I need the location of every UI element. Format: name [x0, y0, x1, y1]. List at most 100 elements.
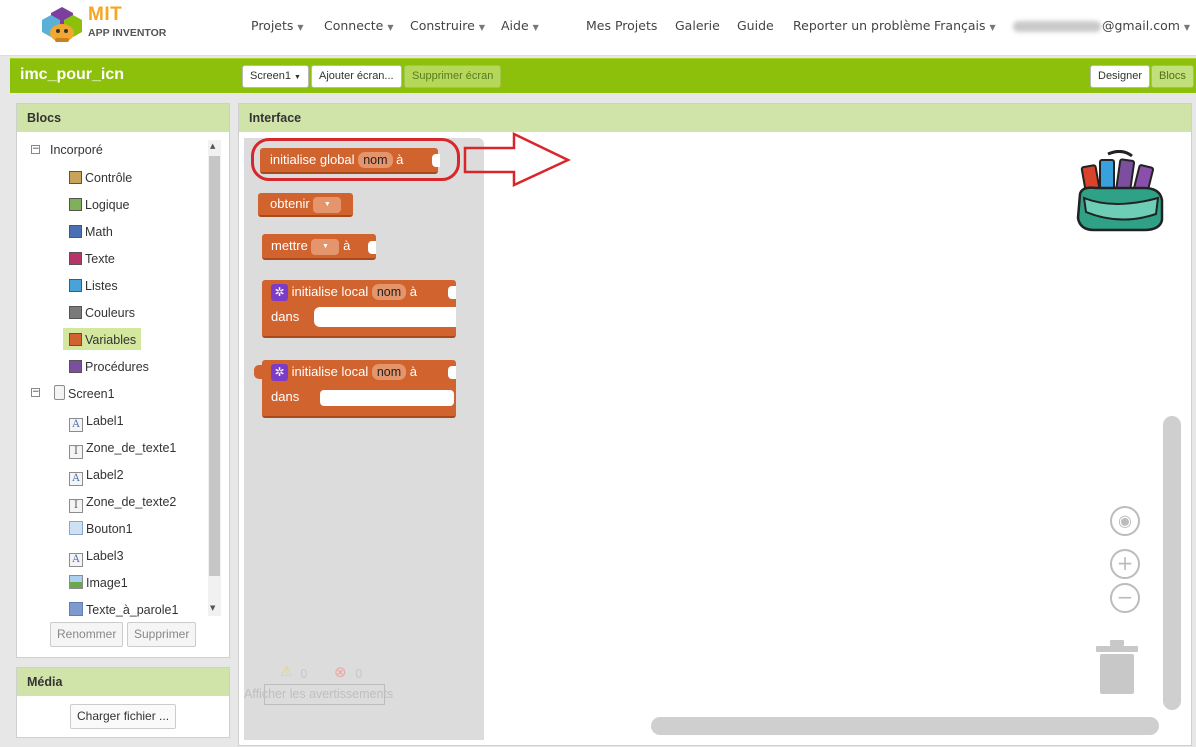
trash-icon[interactable]	[1094, 638, 1140, 696]
block-text: à	[343, 238, 351, 253]
workspace-vertical-scrollbar[interactable]	[1163, 416, 1181, 710]
block-text: mettre	[271, 238, 308, 253]
upload-file-button[interactable]: Charger fichier ...	[70, 704, 177, 729]
tree-scrollbar-thumb[interactable]	[209, 156, 220, 576]
menu-label: Connecte	[324, 18, 384, 33]
caret-down-icon: ▼	[387, 23, 394, 32]
component-image1[interactable]: Image1	[69, 573, 128, 593]
collapse-icon[interactable]: −	[31, 145, 40, 154]
category-variables[interactable]: Variables	[69, 330, 136, 350]
link-mes-projets[interactable]: Mes Projets	[586, 18, 657, 33]
menu-label: Aide	[501, 18, 529, 33]
category-label: Listes	[85, 279, 118, 293]
screen-icon	[54, 385, 65, 400]
textbox-icon: I	[69, 499, 83, 513]
gear-icon[interactable]: ✲	[271, 284, 288, 302]
project-toolbar: imc_pour_icn Screen1 ▼ Ajouter écran... …	[10, 58, 1196, 93]
category-math[interactable]: Math	[69, 222, 113, 242]
screen-select-button[interactable]: Screen1 ▼	[242, 65, 309, 88]
account-email: @gmail.com	[1102, 18, 1180, 33]
add-screen-button[interactable]: Ajouter écran...	[311, 65, 402, 88]
link-galerie[interactable]: Galerie	[675, 18, 720, 33]
menu-account[interactable]: @gmail.com ▼	[1013, 18, 1190, 33]
show-warnings-button[interactable]: Afficher les avertissements	[244, 687, 393, 701]
component-label: Label2	[86, 468, 124, 482]
scroll-up-icon[interactable]: ▲	[210, 142, 215, 150]
screen-label: Screen1	[68, 387, 115, 401]
link-guide[interactable]: Guide	[737, 18, 774, 33]
label-icon: A	[69, 418, 83, 432]
media-panel-title: Média	[17, 668, 229, 696]
remove-screen-button[interactable]: Supprimer écran	[404, 65, 502, 88]
category-procedures[interactable]: Procédures	[69, 357, 149, 377]
redacted-email	[1013, 21, 1101, 32]
category-texte[interactable]: Texte	[69, 249, 115, 269]
menu-projets[interactable]: Projets ▼	[251, 18, 304, 33]
delete-button[interactable]: Supprimer	[127, 622, 197, 647]
scroll-down-icon[interactable]: ▼	[210, 604, 215, 612]
menu-connecte[interactable]: Connecte ▼	[324, 18, 394, 33]
block-get[interactable]: obtenir ▼	[258, 193, 353, 217]
zoom-in-icon[interactable]: +	[1110, 549, 1140, 579]
tree-screen1[interactable]: Screen1	[54, 384, 115, 404]
textbox-icon: I	[69, 445, 83, 459]
backpack-icon[interactable]	[1074, 150, 1168, 234]
component-label: Label3	[86, 549, 124, 563]
category-label: Procédures	[85, 360, 149, 374]
block-input-notch	[448, 366, 456, 379]
dropdown-icon[interactable]: ▼	[311, 238, 340, 255]
menu-construire[interactable]: Construire ▼	[410, 18, 485, 33]
blocks-button[interactable]: Blocs	[1151, 65, 1194, 88]
component-bouton1[interactable]: Bouton1	[69, 519, 133, 539]
logo-icon	[42, 7, 82, 42]
collapse-icon[interactable]: −	[31, 388, 40, 397]
block-value-socket	[320, 390, 454, 406]
category-listes[interactable]: Listes	[69, 276, 118, 296]
texte-swatch-icon	[69, 252, 82, 265]
category-label: Logique	[85, 198, 130, 212]
media-panel: Média Charger fichier ...	[16, 667, 230, 738]
rename-button[interactable]: Renommer	[50, 622, 124, 647]
component-label: Bouton1	[86, 522, 133, 536]
block-set[interactable]: mettre ▼ à	[262, 234, 376, 260]
math-swatch-icon	[69, 225, 82, 238]
category-controle[interactable]: Contrôle	[69, 168, 132, 188]
menu-language[interactable]: Français ▼	[934, 18, 996, 33]
menu-aide[interactable]: Aide ▼	[501, 18, 539, 33]
component-zone-de-texte2[interactable]: I Zone_de_texte2	[69, 492, 176, 513]
blocks-panel: Blocs − Incorporé Contrôle Logique Math …	[16, 103, 230, 658]
caret-down-icon: ▼	[989, 23, 996, 32]
caret-down-icon: ▼	[1183, 23, 1191, 32]
dropdown-icon[interactable]: ▼	[313, 196, 342, 213]
workspace-title: Interface	[239, 104, 1191, 132]
workspace-horizontal-scrollbar[interactable]	[651, 717, 1159, 735]
block-name-field[interactable]: nom	[371, 284, 407, 300]
category-couleurs[interactable]: Couleurs	[69, 303, 135, 323]
block-input-notch	[448, 286, 456, 299]
block-text: obtenir	[270, 196, 310, 211]
block-text: initialise local	[291, 284, 369, 299]
warning-icon: ⚠	[280, 664, 293, 680]
component-label2[interactable]: A Label2	[69, 465, 124, 486]
zoom-out-icon[interactable]: −	[1110, 583, 1140, 613]
caret-down-icon: ▼	[532, 23, 539, 32]
tree-builtin[interactable]: Incorporé	[50, 140, 103, 160]
block-initialize-local-expr[interactable]: ✲ initialise local nom à dans	[262, 360, 456, 418]
link-report-problem[interactable]: Reporter un problème	[793, 18, 930, 33]
designer-button[interactable]: Designer	[1090, 65, 1151, 88]
red-arrow-icon	[463, 132, 571, 187]
gear-icon[interactable]: ✲	[271, 364, 288, 382]
app-inventor-logo[interactable]: MIT APP INVENTOR	[40, 4, 170, 49]
recenter-icon[interactable]: ◉	[1110, 506, 1140, 536]
component-label: Texte_à_parole1	[86, 603, 179, 617]
block-name-field[interactable]: nom	[371, 364, 407, 380]
component-label3[interactable]: A Label3	[69, 546, 124, 567]
category-logique[interactable]: Logique	[69, 195, 130, 215]
screen-select-label: Screen1	[250, 70, 291, 82]
logo-subtitle: APP INVENTOR	[88, 27, 167, 39]
block-initialize-local[interactable]: ✲ initialise local nom à dans	[262, 280, 456, 338]
component-label1[interactable]: A Label1	[69, 411, 124, 432]
component-texte-a-parole1[interactable]: Texte_à_parole1	[69, 600, 178, 620]
component-zone-de-texte1[interactable]: I Zone_de_texte1	[69, 438, 176, 459]
category-label: Math	[85, 225, 113, 239]
